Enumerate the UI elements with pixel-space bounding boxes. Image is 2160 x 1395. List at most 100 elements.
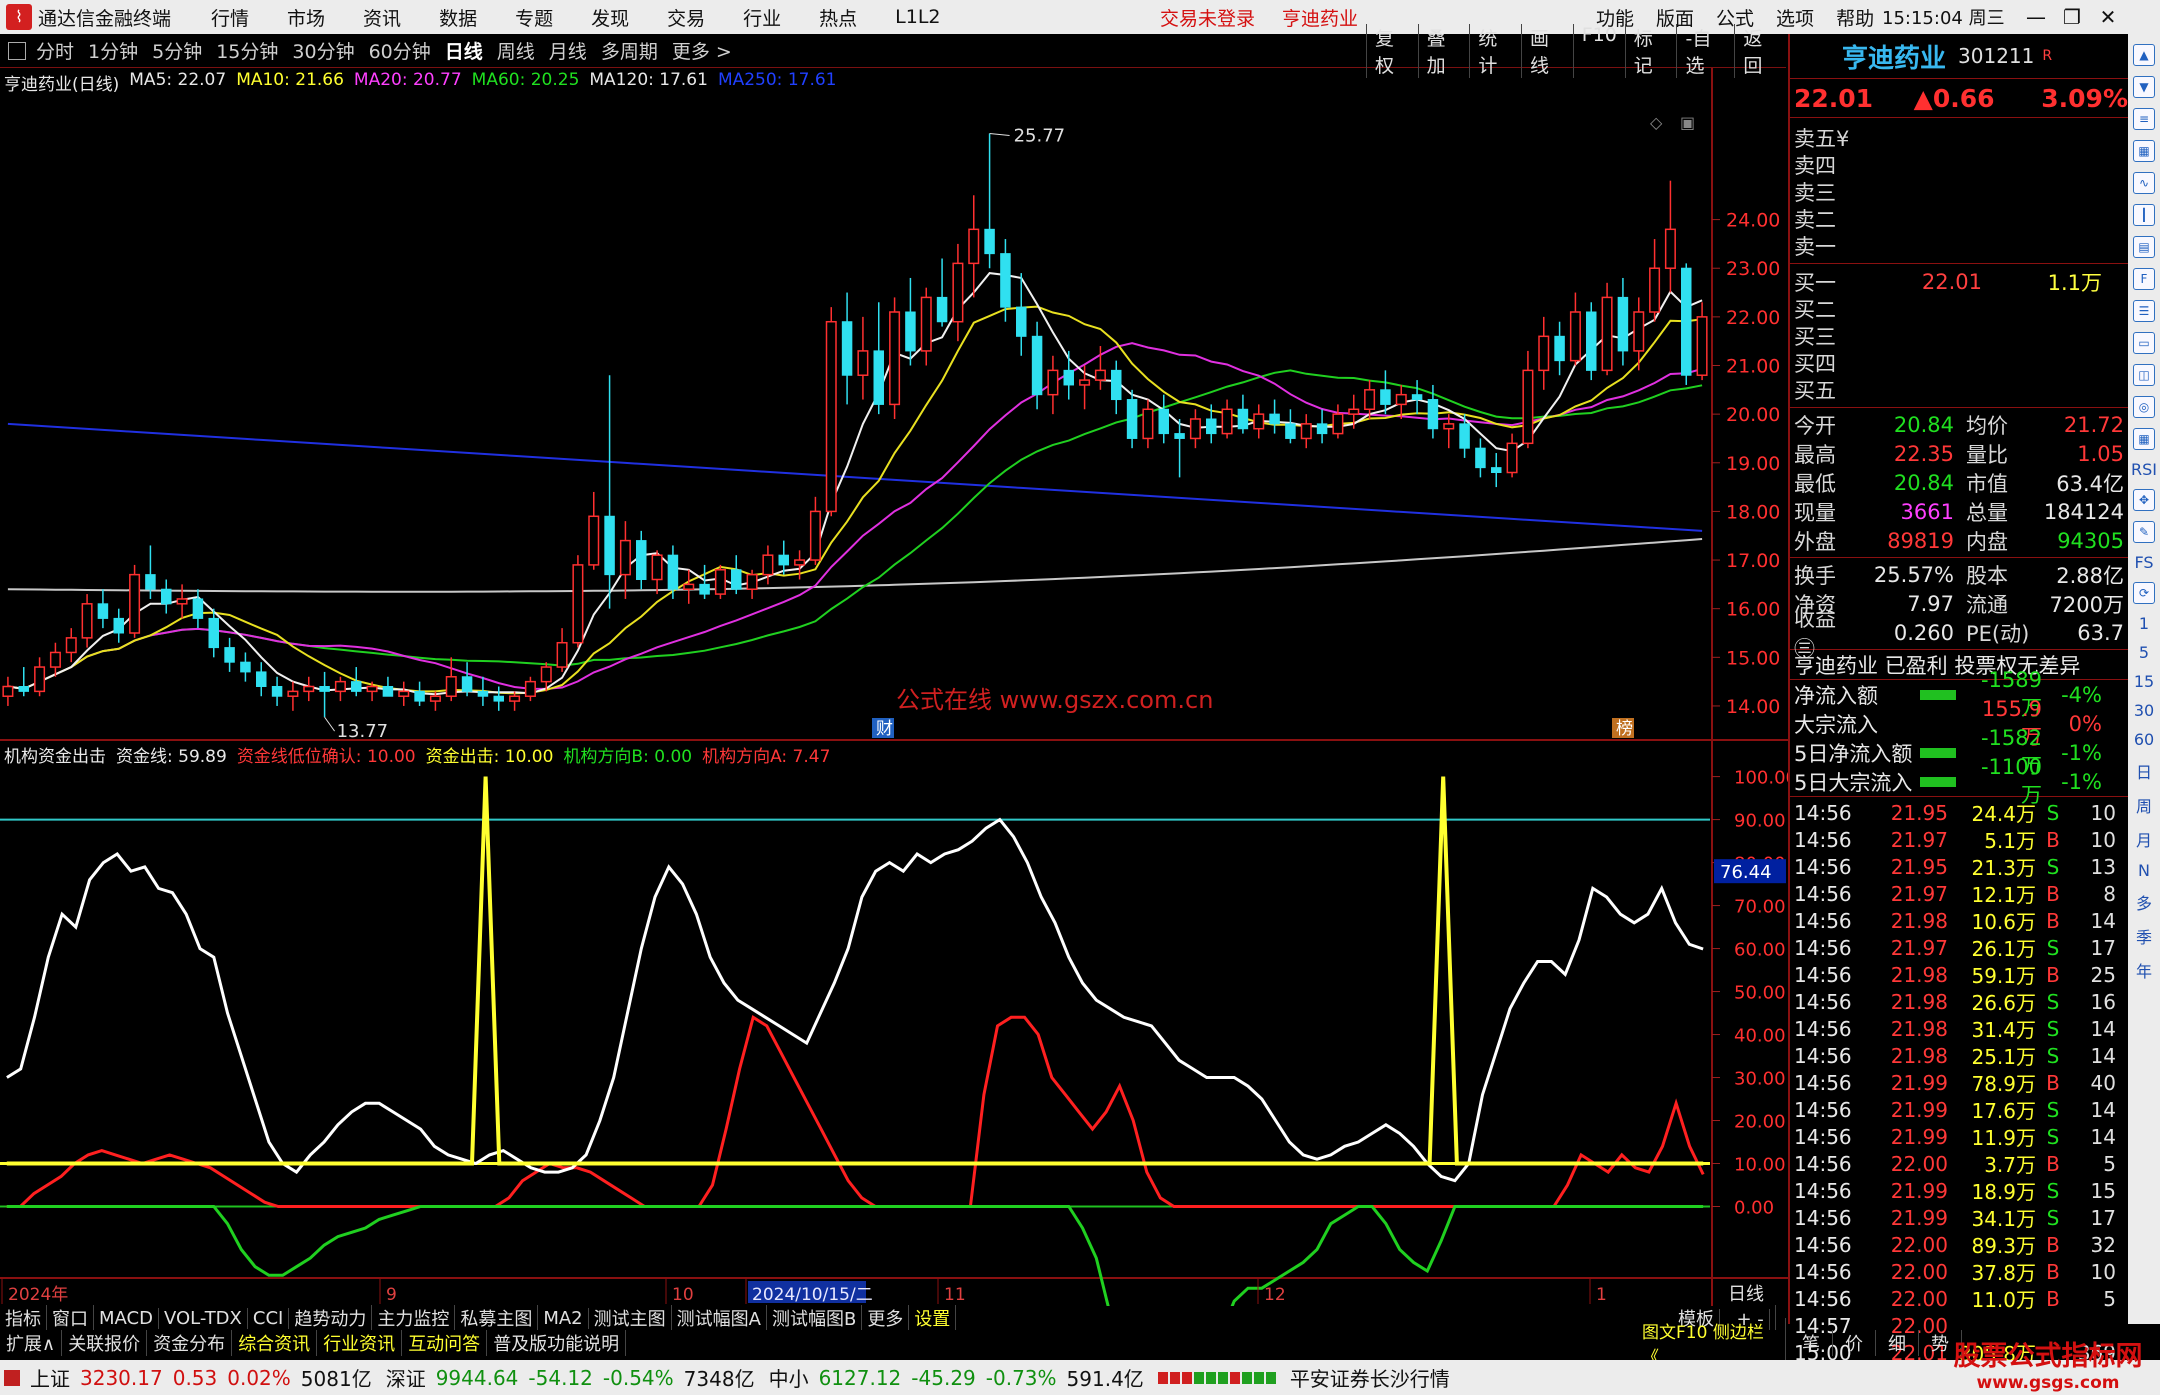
tab-jia[interactable]: 价: [1833, 1330, 1876, 1356]
period-1min[interactable]: 1分钟: [88, 37, 138, 64]
index-sz[interactable]: 深证 9944.64 -54.12 -0.54% 7348亿: [386, 1363, 755, 1392]
side-day[interactable]: 日: [2136, 759, 2152, 783]
tab-settings[interactable]: 设置: [909, 1305, 957, 1331]
side-multi[interactable]: 多: [2136, 890, 2152, 914]
menu-faxian[interactable]: 发现: [591, 4, 629, 31]
tab-puji[interactable]: 普及版功能说明: [487, 1330, 627, 1356]
tab-xi[interactable]: 细: [1876, 1330, 1919, 1356]
index-sh[interactable]: 上证 3230.17 0.53 0.02% 5081亿: [4, 1363, 372, 1392]
tab-qushi[interactable]: 趋势动力: [289, 1305, 373, 1331]
menu-l1l2[interactable]: L1L2: [895, 6, 940, 28]
sell-row[interactable]: 卖五¥: [1790, 124, 2128, 151]
tab-cci[interactable]: CCI: [248, 1307, 290, 1329]
menu-redian[interactable]: 热点: [819, 4, 857, 31]
sell-row[interactable]: 卖三: [1790, 178, 2128, 205]
panel-toggle-icon[interactable]: [8, 41, 26, 60]
buy-row[interactable]: 买五: [1790, 376, 2128, 403]
side-month[interactable]: 月: [2136, 827, 2152, 851]
tab-zhuli[interactable]: 主力监控: [372, 1305, 456, 1331]
period-monthly[interactable]: 月线: [549, 37, 587, 64]
period-fenshi[interactable]: 分时: [36, 37, 74, 64]
tab-bi[interactable]: 笔: [1790, 1330, 1833, 1356]
chart-area[interactable]: 24.00 23.00 22.00 21.00 20.00 19.00 18.00 17.00…: [0, 68, 1788, 1306]
tab-vol-tdx[interactable]: VOL-TDX: [159, 1307, 248, 1329]
tab-macd[interactable]: MACD: [94, 1307, 159, 1329]
fs-chart-icon[interactable]: ◫: [2133, 364, 2155, 386]
tab-simu[interactable]: 私募主图: [455, 1305, 539, 1331]
sell-row[interactable]: 卖一: [1790, 232, 2128, 259]
menu-zhuanti[interactable]: 专题: [515, 4, 553, 31]
period-multi[interactable]: 多周期: [601, 37, 658, 64]
xaxis-label: 2024年: [8, 1285, 68, 1305]
table-icon[interactable]: ▦: [2133, 140, 2155, 162]
period-daily[interactable]: 日线: [445, 37, 483, 64]
menu-bangzhu[interactable]: 帮助: [1836, 4, 1874, 31]
tick-list[interactable]: 14:56 21.95 24.4万 S 10 14:56 21.97 5.1万 B 10 14:56…: [1790, 797, 2128, 1367]
side-fs[interactable]: FS: [2134, 553, 2153, 572]
period-15min[interactable]: 15分钟: [216, 37, 278, 64]
price-tick-label: 15.00: [1726, 647, 1780, 669]
news-icon[interactable]: ▤: [2133, 236, 2155, 258]
side-rsi[interactable]: RSI: [2131, 460, 2157, 479]
tab-zhibiao[interactable]: 指标: [0, 1305, 47, 1331]
side-quarter[interactable]: 季: [2136, 924, 2152, 948]
chart-zoom-icon[interactable]: ◎: [2133, 396, 2155, 418]
kline-icon[interactable]: ┃: [2133, 204, 2155, 226]
grid-icon[interactable]: ▦: [2133, 428, 2155, 450]
tab-zijin[interactable]: 资金分布: [147, 1330, 233, 1356]
buy-row[interactable]: 买二: [1790, 295, 2128, 322]
chart-svg[interactable]: 24.00 23.00 22.00 21.00 20.00 19.00 18.00 17.00…: [0, 68, 1788, 1306]
index-zx[interactable]: 中小 6127.12 -45.29 -0.73% 591.4亿: [769, 1363, 1144, 1392]
tab-kuozhan[interactable]: 扩展∧: [0, 1330, 63, 1356]
sell-row[interactable]: 卖二: [1790, 205, 2128, 232]
period-weekly[interactable]: 周线: [497, 37, 535, 64]
tab-guanlian[interactable]: 关联报价: [62, 1330, 148, 1356]
tab-ceshi-a[interactable]: 测试幅图A: [672, 1305, 767, 1331]
f10-icon[interactable]: F: [2133, 268, 2155, 290]
trade-login-status[interactable]: 交易未登录: [1160, 4, 1255, 31]
side-n[interactable]: N: [2138, 861, 2150, 880]
menu-shuju[interactable]: 数据: [439, 4, 477, 31]
line-chart-icon[interactable]: ∿: [2133, 172, 2155, 194]
close-icon[interactable]: ✕: [2090, 5, 2126, 29]
side-5[interactable]: 5: [2139, 643, 2149, 662]
refresh-icon[interactable]: ⟳: [2133, 582, 2155, 604]
quote-list-icon[interactable]: ≡: [2133, 108, 2155, 130]
nav-up-icon[interactable]: ▲: [2133, 44, 2155, 66]
tab-zonghe[interactable]: 综合资讯: [232, 1330, 318, 1356]
tab-ma2[interactable]: MA2: [538, 1307, 589, 1329]
tab-hudong[interactable]: 互动问答: [402, 1330, 488, 1356]
tab-chuangkou[interactable]: 窗口: [47, 1305, 94, 1331]
menu-zixun[interactable]: 资讯: [363, 4, 401, 31]
period-more[interactable]: 更多 >: [672, 37, 732, 64]
tab-ceshi-main[interactable]: 测试主图: [589, 1305, 672, 1331]
tab-ceshi-b[interactable]: 测试幅图B: [767, 1305, 863, 1331]
menu-jiaoyi[interactable]: 交易: [667, 4, 705, 31]
side-year[interactable]: 年: [2136, 958, 2152, 982]
nav-down-icon[interactable]: ▼: [2133, 76, 2155, 98]
sell-row[interactable]: 卖四: [1790, 151, 2128, 178]
tab-more[interactable]: 更多: [862, 1305, 910, 1331]
period-60min[interactable]: 60分钟: [369, 37, 431, 64]
menu-shichang[interactable]: 市场: [287, 4, 325, 31]
list-icon[interactable]: ☰: [2133, 300, 2155, 322]
buy-row[interactable]: 买四: [1790, 349, 2128, 376]
side-week[interactable]: 周: [2136, 793, 2152, 817]
candle-body: [287, 690, 299, 697]
buy-row[interactable]: 买一 22.01 1.1万: [1790, 268, 2128, 295]
restore-icon[interactable]: ❐: [2054, 5, 2090, 29]
side-15[interactable]: 15: [2134, 672, 2154, 691]
side-1[interactable]: 1: [2139, 614, 2149, 633]
period-30min[interactable]: 30分钟: [292, 37, 354, 64]
menu-hangye[interactable]: 行业: [743, 4, 781, 31]
pen-icon[interactable]: ✎: [2133, 521, 2155, 543]
minimize-icon[interactable]: —: [2018, 5, 2054, 29]
period-5min[interactable]: 5分钟: [152, 37, 202, 64]
buy-row[interactable]: 买三: [1790, 322, 2128, 349]
side-30[interactable]: 30: [2134, 701, 2154, 720]
side-60[interactable]: 60: [2134, 730, 2154, 749]
menu-hangqing[interactable]: 行情: [211, 4, 249, 31]
tab-hangye-zx[interactable]: 行业资讯: [317, 1330, 403, 1356]
move-icon[interactable]: ✥: [2133, 489, 2155, 511]
doc-icon[interactable]: ▭: [2133, 332, 2155, 354]
